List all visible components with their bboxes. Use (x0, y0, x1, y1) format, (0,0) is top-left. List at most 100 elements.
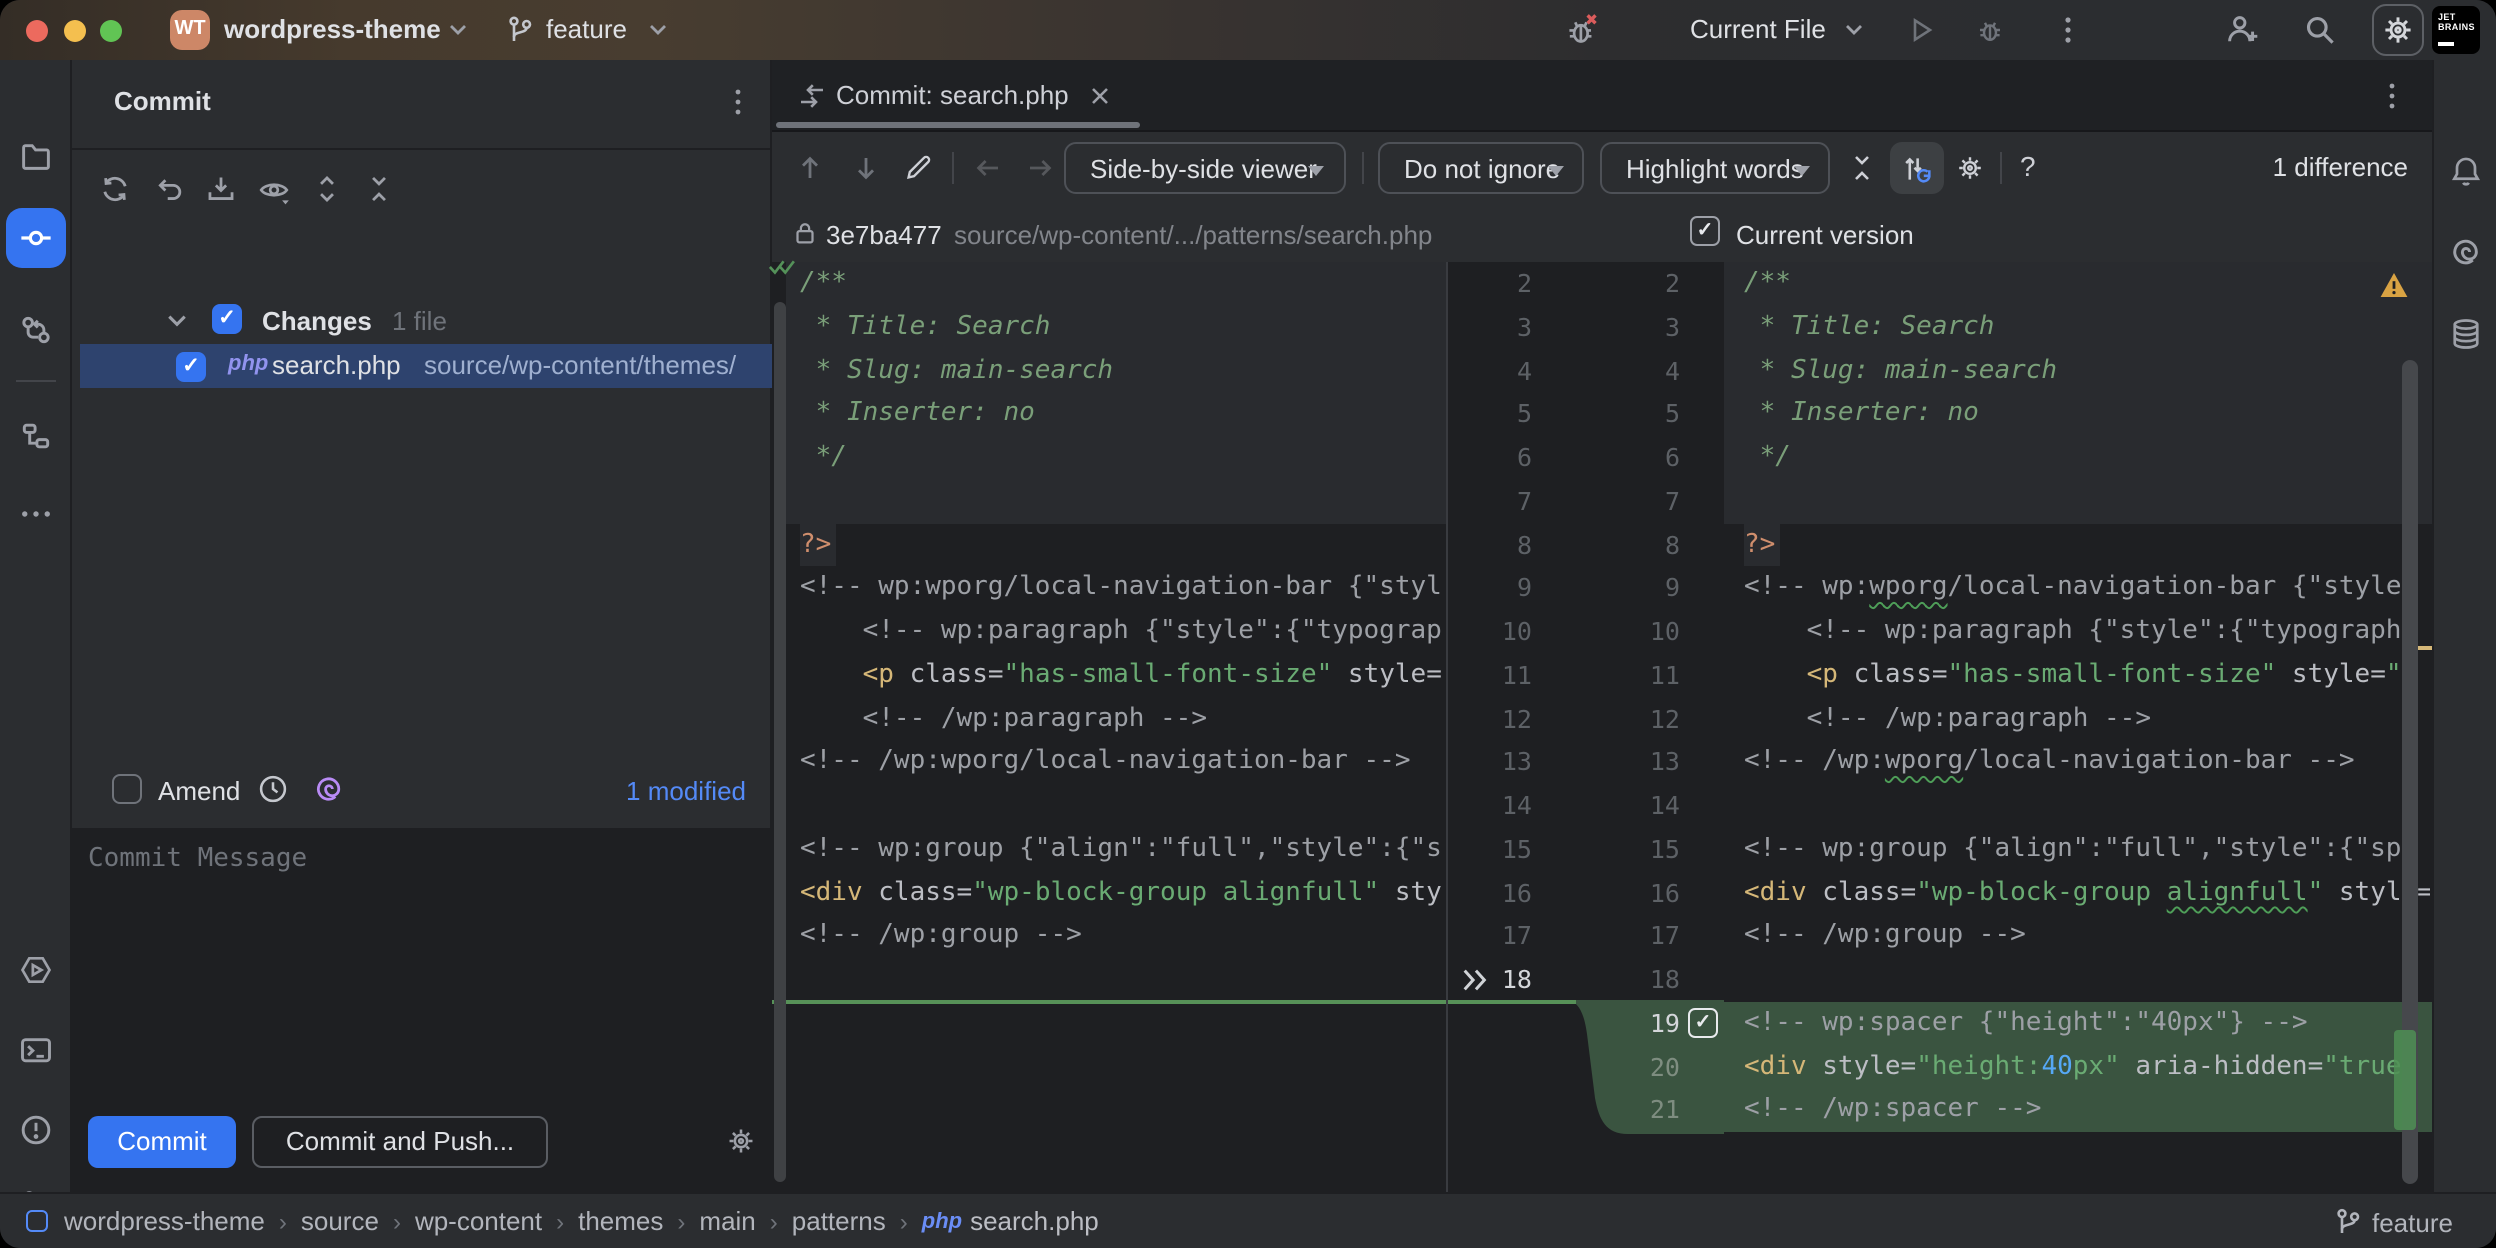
edit-source-pencil-icon[interactable] (902, 152, 934, 184)
history-clock-icon[interactable] (256, 772, 290, 806)
run-configuration-select[interactable]: Current File (1690, 14, 1826, 44)
changes-label[interactable]: Changes (262, 306, 372, 336)
changes-count: 1 file (392, 306, 447, 336)
terminal-icon[interactable] (18, 1032, 54, 1068)
toolbar-separator (952, 152, 954, 184)
commit-options-gear-icon[interactable] (724, 1124, 758, 1158)
search-everywhere-icon[interactable] (2302, 12, 2338, 48)
pull-requests-icon[interactable] (18, 312, 54, 348)
line-number: 2 (1444, 262, 1532, 306)
show-diff-preview-eye-icon[interactable] (256, 172, 292, 208)
project-folder-icon[interactable] (18, 138, 54, 174)
diff-line (800, 480, 1442, 524)
viewer-mode-select[interactable]: Side-by-side viewer (1064, 142, 1346, 194)
diff-line: <!-- wp:paragraph {"style":{"typograp (800, 610, 1442, 654)
added-change-stripe-marker (2394, 1030, 2416, 1130)
minimize-window-button[interactable] (63, 19, 85, 41)
close-tab-icon[interactable] (1088, 84, 1112, 108)
chevron-down-icon (1844, 22, 1864, 38)
modified-count-link[interactable]: 1 modified (626, 776, 746, 806)
tab-label[interactable]: Commit: search.php (836, 80, 1069, 110)
diff-line (800, 784, 1442, 828)
collapse-all-icon[interactable] (362, 172, 396, 206)
line-number: 6 (1444, 436, 1532, 480)
diff-line: <p class="has-small-font-size" style= (800, 654, 1442, 698)
previous-change-icon[interactable] (794, 152, 826, 184)
diff-line: * Inserter: no (800, 393, 1442, 437)
line-number: 8 (1444, 523, 1532, 567)
run-icon[interactable] (1904, 14, 1936, 46)
ai-assistant-commit-icon[interactable] (312, 772, 346, 806)
include-change-checkbox[interactable]: ✓ (1688, 1007, 1718, 1037)
diff-line: /** (800, 262, 1442, 306)
status-bar-branch[interactable]: feature (2372, 1208, 2453, 1238)
diff-line: <!-- wp:paragraph {"style":{"typography (1744, 610, 2430, 654)
shelve-icon[interactable] (204, 172, 238, 206)
rollback-icon[interactable] (152, 172, 186, 206)
project-name[interactable]: wordpress-theme (224, 14, 441, 44)
close-window-button[interactable] (26, 19, 48, 41)
next-difference-icon[interactable] (1024, 152, 1056, 184)
line-number: 13 (1444, 741, 1532, 785)
highlight-mode-select[interactable]: Highlight words (1600, 142, 1830, 194)
diff-editor[interactable]: /** * Title: Search * Slug: main-search … (772, 262, 2432, 1192)
commit-icon[interactable] (18, 220, 54, 256)
commit-and-push-button[interactable]: Commit and Push... (252, 1116, 548, 1168)
changes-checkbox[interactable]: ✓ (212, 304, 242, 334)
diff-line: <!-- /wp:wporg/local-navigation-bar --> (1744, 741, 2430, 785)
more-actions-icon[interactable] (2052, 14, 2084, 46)
breadcrumb-item[interactable]: themes (578, 1206, 663, 1236)
revision-hash[interactable]: 3e7ba477 (826, 220, 942, 250)
amend-checkbox[interactable] (112, 774, 142, 804)
diff-line: * Title: Search (1744, 306, 2430, 350)
more-tools-icon[interactable] (18, 496, 54, 532)
breadcrumb-item[interactable]: patterns (792, 1206, 886, 1236)
zoom-window-button[interactable] (100, 19, 122, 41)
settings-gear-icon[interactable] (2380, 12, 2416, 48)
panel-options-icon[interactable] (722, 86, 754, 118)
breadcrumb-item[interactable]: main (699, 1206, 755, 1236)
diff-line: ?> (800, 523, 1442, 567)
branch-name[interactable]: feature (546, 14, 627, 44)
breadcrumb-item[interactable]: wp-content (415, 1206, 542, 1236)
file-checkbox[interactable]: ✓ (176, 351, 206, 381)
diff-line: * Slug: main-search (1744, 349, 2430, 393)
line-number: 17 (1592, 915, 1680, 959)
ignore-policy-select[interactable]: Do not ignore (1378, 142, 1584, 194)
collapse-unchanged-icon[interactable] (1846, 152, 1878, 184)
amend-label[interactable]: Amend (158, 776, 240, 806)
database-icon[interactable] (2448, 316, 2484, 352)
sync-scroll-icon (1900, 152, 1934, 186)
chevron-down-icon (1794, 166, 1810, 176)
refresh-icon[interactable] (98, 172, 132, 206)
problems-icon[interactable] (18, 1112, 54, 1148)
next-change-icon[interactable] (850, 152, 882, 184)
git-branch-icon (504, 14, 536, 46)
chevron-down-icon (1548, 166, 1564, 176)
structure-icon[interactable] (18, 418, 54, 454)
commit-button[interactable]: Commit (88, 1116, 236, 1168)
ai-assistant-icon[interactable] (2448, 234, 2484, 270)
services-icon[interactable] (18, 952, 54, 988)
tab-strip-options-icon[interactable] (2376, 80, 2408, 112)
inspections-warning-icon[interactable] (2378, 270, 2410, 300)
help-icon[interactable]: ? (2020, 150, 2036, 182)
diff-line: <!-- /wp:group --> (800, 915, 1442, 959)
breadcrumb-item[interactable]: source (301, 1206, 379, 1236)
line-number: 11 (1592, 654, 1680, 698)
breadcrumb-file[interactable]: search.php (970, 1206, 1099, 1236)
current-version-checkbox[interactable]: ✓ (1690, 216, 1720, 246)
notifications-bell-icon[interactable] (2448, 154, 2484, 190)
tree-expand-chevron-icon[interactable] (166, 312, 188, 330)
breadcrumb-item[interactable]: wordpress-theme (64, 1206, 265, 1236)
code-with-me-user-icon[interactable] (2224, 12, 2260, 48)
changed-file-row[interactable]: ✓ php search.php source/wp-content/theme… (80, 344, 772, 388)
mute-breakpoints-bug-icon[interactable] (1564, 12, 1600, 48)
previous-difference-icon[interactable] (972, 152, 1004, 184)
expand-all-icon[interactable] (310, 172, 344, 206)
diff-settings-gear-icon[interactable] (1954, 152, 1986, 184)
line-number: 16 (1592, 871, 1680, 915)
left-pane-scrollbar[interactable] (774, 302, 786, 1182)
php-file-icon: php (922, 1209, 962, 1233)
debug-icon[interactable] (1974, 14, 2006, 46)
